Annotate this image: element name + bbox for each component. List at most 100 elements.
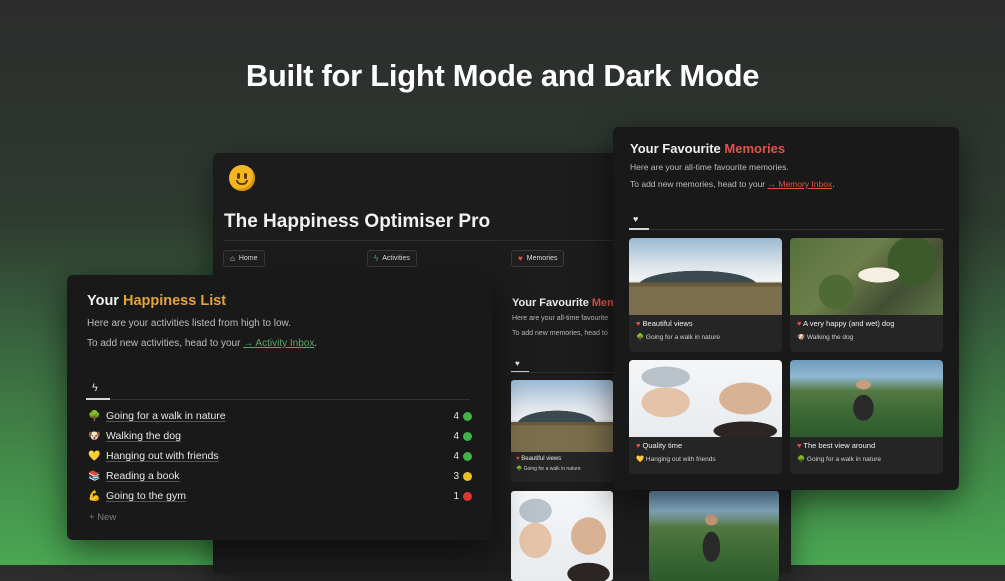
memory-tag-text: Hanging out with friends bbox=[645, 456, 716, 463]
memories-heading: Your Favourite Memories bbox=[630, 141, 785, 156]
favourite-memories-panel: Your Favourite Memories Here are your al… bbox=[613, 127, 959, 490]
memory-card[interactable]: ♥ Beautiful views 🌳 Going for a walk in … bbox=[511, 380, 613, 482]
tab-memories[interactable]: ♥ Memories bbox=[511, 250, 565, 267]
memory-card-tag[interactable]: 💛 Hanging out with friends bbox=[629, 450, 782, 468]
memory-photo[interactable] bbox=[649, 491, 779, 581]
activity-inbox-link[interactable]: → Activity Inbox bbox=[243, 338, 314, 349]
tree-icon: 🌳 bbox=[88, 410, 101, 422]
activity-name: Reading a book bbox=[106, 470, 180, 482]
activity-name: Going for a walk in nature bbox=[106, 410, 226, 422]
memories-heading: Your Favourite Memo bbox=[512, 297, 624, 309]
happiness-list-panel: Your Happiness List Here are your activi… bbox=[67, 275, 492, 540]
memory-card[interactable]: ♥ The best view around 🌳 Going for a wal… bbox=[790, 360, 943, 474]
memory-card-title: ♥ Beautiful views bbox=[511, 452, 613, 462]
memories-description: Here are your all-time favourite memorie… bbox=[630, 162, 789, 172]
happiness-list-instruction: To add new activities, head to your → Ac… bbox=[87, 338, 317, 349]
bolt-icon: ϟ bbox=[374, 254, 379, 263]
green-status-icon bbox=[463, 411, 472, 421]
list-item[interactable]: 💛 Hanging out with friends 4 bbox=[88, 447, 472, 465]
memory-inbox-link[interactable]: → Memory Inbox bbox=[768, 179, 833, 189]
headline: Built for Light Mode and Dark Mode bbox=[245, 58, 760, 93]
memories-description: Here are your all-time favourite bbox=[512, 315, 609, 322]
memory-photo bbox=[629, 360, 782, 437]
activity-name: Going to the gym bbox=[106, 490, 186, 502]
heading-text: Your Favourite bbox=[630, 141, 725, 156]
home-icon: ⌂ bbox=[230, 254, 235, 263]
list-item[interactable]: 💪 Going to the gym 1 bbox=[88, 487, 472, 505]
list-item[interactable]: 🌳 Going for a walk in nature 4 bbox=[88, 407, 472, 425]
memory-card[interactable]: ♥ A very happy (and wet) dog 🐶 Walking t… bbox=[790, 238, 943, 352]
list-item[interactable]: 🐶 Walking the dog 4 bbox=[88, 427, 472, 445]
heading-text: Your bbox=[87, 293, 123, 309]
tab-label: Activities bbox=[382, 255, 410, 262]
tree-icon: 🌳 bbox=[797, 456, 806, 463]
memory-card-title: ♥ Beautiful views bbox=[629, 315, 782, 328]
active-tab-indicator bbox=[629, 228, 649, 230]
active-tab-indicator bbox=[86, 398, 110, 400]
tree-icon: 🌳 bbox=[516, 466, 524, 472]
red-status-icon bbox=[463, 491, 472, 501]
instruction-text: To add new activities, head to your bbox=[87, 338, 244, 349]
smiley-face-icon bbox=[229, 165, 255, 191]
flexed-arm-icon: 💪 bbox=[88, 490, 101, 502]
activity-score: 1 bbox=[453, 490, 459, 502]
tab-home[interactable]: ⌂ Home bbox=[223, 250, 265, 267]
tab-label: Memories bbox=[526, 255, 558, 262]
memory-card[interactable]: ♥ Quality time 💛 Hanging out with friend… bbox=[629, 360, 782, 474]
active-tab-indicator bbox=[511, 371, 529, 372]
page-title: The Happiness Optimiser Pro bbox=[224, 211, 491, 232]
yellow-heart-icon: 💛 bbox=[636, 456, 645, 463]
memory-photo bbox=[629, 238, 782, 315]
activity-name: Walking the dog bbox=[106, 430, 181, 442]
memory-card-title: ♥ A very happy (and wet) dog bbox=[790, 315, 943, 328]
yellow-heart-icon: 💛 bbox=[88, 450, 101, 462]
books-icon: 📚 bbox=[88, 470, 101, 482]
memory-photo bbox=[511, 380, 613, 452]
activity-name: Hanging out with friends bbox=[106, 450, 219, 462]
memories-instruction: To add new memories, head to bbox=[512, 330, 608, 337]
heart-icon: ♥ bbox=[518, 254, 523, 263]
bolt-icon[interactable]: ϟ bbox=[92, 382, 98, 394]
activity-score: 4 bbox=[453, 450, 459, 462]
yellow-status-icon bbox=[463, 471, 472, 481]
activity-score: 3 bbox=[453, 470, 459, 482]
memory-card-title: ♥ The best view around bbox=[790, 437, 943, 450]
memory-card-tag[interactable]: 🐶 Walking the dog bbox=[790, 328, 943, 346]
memory-tag-text: Going for a walk in nature bbox=[523, 466, 581, 472]
happiness-list-description: Here are your activities listed from hig… bbox=[87, 318, 291, 329]
tab-label: Home bbox=[238, 255, 258, 262]
heading-highlight: Memories bbox=[724, 141, 786, 156]
memory-photo[interactable] bbox=[511, 491, 613, 581]
memory-title-text: Beautiful views bbox=[642, 319, 693, 328]
heart-icon[interactable]: ♥ bbox=[633, 214, 638, 224]
happiness-list-heading: Your Happiness List bbox=[87, 293, 226, 309]
memory-tag-text: Going for a walk in nature bbox=[806, 456, 881, 463]
memory-title-text: Quality time bbox=[642, 441, 683, 450]
new-item-button[interactable]: + New bbox=[89, 512, 116, 523]
memory-tag-text: Walking the dog bbox=[806, 334, 854, 341]
memory-card[interactable]: ♥ Beautiful views 🌳 Going for a walk in … bbox=[629, 238, 782, 352]
memory-card-tag[interactable]: 🌳 Going for a walk in nature bbox=[790, 450, 943, 468]
heading-highlight: Happiness List bbox=[122, 293, 227, 309]
activity-score: 4 bbox=[453, 410, 459, 422]
dog-icon: 🐶 bbox=[797, 334, 806, 341]
memories-instruction: To add new memories, head to your → Memo… bbox=[630, 179, 835, 189]
list-item[interactable]: 📚 Reading a book 3 bbox=[88, 467, 472, 485]
memory-title-text: The best view around bbox=[803, 441, 876, 450]
memory-card-tag[interactable]: 🌳 Going for a walk in nature bbox=[629, 328, 782, 346]
divider bbox=[86, 399, 470, 400]
green-status-icon bbox=[463, 431, 472, 441]
heading-text: Your Favourite bbox=[512, 297, 592, 309]
memory-card-title: ♥ Quality time bbox=[629, 437, 782, 450]
divider bbox=[629, 229, 943, 230]
instruction-suffix: . bbox=[832, 179, 835, 189]
activity-score: 4 bbox=[453, 430, 459, 442]
dog-icon: 🐶 bbox=[88, 430, 101, 442]
tree-icon: 🌳 bbox=[636, 334, 645, 341]
heart-icon[interactable]: ♥ bbox=[515, 359, 520, 368]
new-label: New bbox=[97, 512, 117, 523]
memory-card-tag[interactable]: 🌳 Going for a walk in nature bbox=[511, 462, 613, 476]
memory-photo bbox=[790, 360, 943, 437]
memory-title-text: A very happy (and wet) dog bbox=[803, 319, 895, 328]
tab-activities[interactable]: ϟ Activities bbox=[367, 250, 417, 267]
